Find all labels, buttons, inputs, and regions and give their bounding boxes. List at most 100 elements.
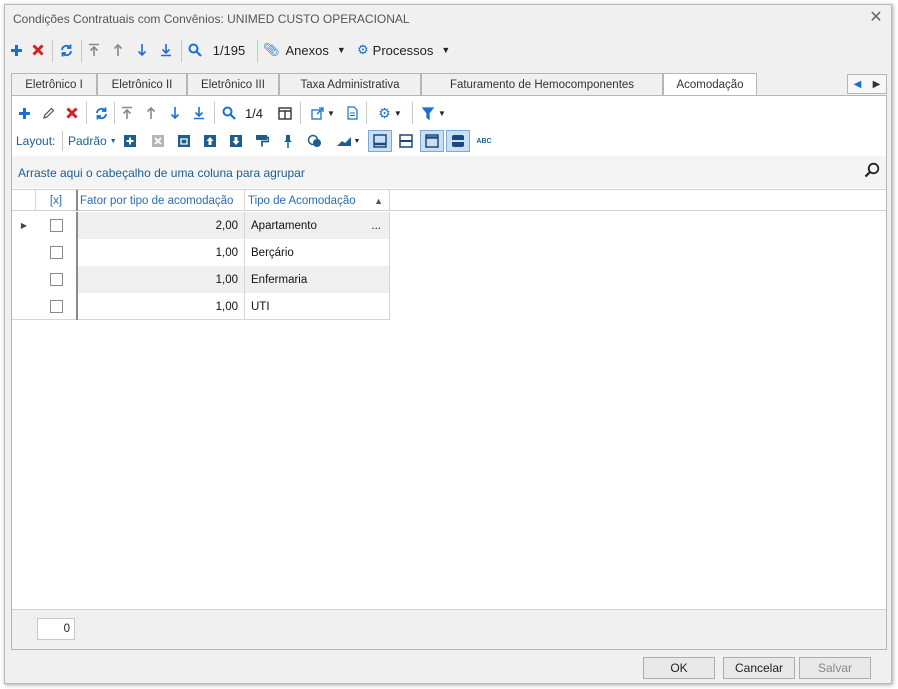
chevron-down-icon: ▼: [441, 45, 451, 55]
fator-cell[interactable]: 2,00: [78, 212, 245, 239]
table-row[interactable]: 1,00 Enfermaria: [12, 266, 390, 293]
last-record-icon[interactable]: [192, 105, 206, 121]
current-row-icon: ▶: [20, 221, 28, 230]
tipo-column-label: Tipo de Acomodação: [248, 194, 356, 207]
layout-value: Padrão: [68, 134, 107, 148]
chevron-down-icon: ▼: [393, 108, 402, 118]
save-button[interactable]: Salvar: [799, 657, 871, 679]
table-row[interactable]: ▶ 2,00 Apartamento ...: [12, 212, 390, 239]
layout-select[interactable]: Padrão ▼: [68, 133, 117, 149]
acomodacao-panel: 1/4 ▼ ⚙ ▼ ▼ Layout: Padrão ▼ ▼ ABC Arras…: [11, 95, 887, 650]
group-panel[interactable]: Arraste aqui o cabeçalho de uma coluna p…: [12, 156, 886, 188]
tab-acomodacao[interactable]: Acomodação: [663, 73, 757, 96]
add-layout-icon[interactable]: [122, 133, 138, 149]
layout-middle-toggle[interactable]: [394, 130, 418, 152]
first-record-icon[interactable]: [85, 36, 103, 64]
select-column-header[interactable]: [x]: [36, 190, 78, 211]
save-layout-icon[interactable]: [176, 133, 192, 149]
fator-cell[interactable]: 1,00: [78, 293, 245, 320]
last-record-icon[interactable]: [157, 36, 175, 64]
tipo-cell[interactable]: Berçário: [245, 239, 390, 266]
tab-taxa-administrativa[interactable]: Taxa Administrativa: [279, 73, 421, 95]
tipo-cell[interactable]: Apartamento ...: [245, 212, 390, 239]
chevron-down-icon: ▼: [336, 45, 346, 55]
chevron-down-icon: ▼: [327, 108, 335, 118]
chevron-down-icon: ▼: [109, 137, 117, 145]
chart-menu[interactable]: ▼: [334, 133, 362, 149]
layout-label: Layout:: [16, 134, 56, 148]
tab-eletronico-iii[interactable]: Eletrônico III: [187, 73, 279, 95]
record-position: 1/195: [212, 42, 246, 58]
row-checkbox[interactable]: [36, 239, 78, 266]
main-toolbar: 1/195 📎︎ Anexos ▼ ⚙ Processos ▼: [5, 36, 891, 66]
tab-eletronico-ii[interactable]: Eletrônico II: [97, 73, 187, 95]
filter-menu[interactable]: ▼: [418, 105, 450, 121]
shapes-icon[interactable]: [306, 133, 324, 149]
chevron-down-icon: ▼: [438, 108, 446, 118]
tab-faturamento-hemocomponentes[interactable]: Faturamento de Hemocomponentes: [421, 73, 663, 95]
gear-icon: ⚙: [378, 104, 391, 121]
layout-header-toggle[interactable]: [420, 130, 444, 152]
first-record-icon[interactable]: [120, 105, 134, 121]
refresh-icon[interactable]: [92, 105, 110, 121]
export-menu[interactable]: ▼: [308, 105, 338, 121]
grid-header: [x] Fator por tipo de acomodação Tipo de…: [12, 189, 886, 211]
pin-icon[interactable]: [280, 133, 296, 149]
report-icon[interactable]: [344, 105, 360, 121]
tab-scroll-left-icon[interactable]: ◀: [848, 75, 867, 93]
search-icon[interactable]: [864, 162, 880, 181]
fator-column-header[interactable]: Fator por tipo de acomodação: [78, 190, 245, 211]
tipo-cell[interactable]: Enfermaria: [245, 266, 390, 293]
add-icon[interactable]: [7, 36, 25, 64]
tab-strip: Eletrônico I Eletrônico II Eletrônico II…: [11, 73, 891, 96]
add-icon[interactable]: [16, 105, 32, 121]
tab-scroll-right-icon[interactable]: ▶: [867, 75, 886, 93]
previous-record-icon[interactable]: [109, 36, 127, 64]
delete-icon[interactable]: [64, 105, 80, 121]
search-icon[interactable]: [220, 105, 238, 121]
grid-footer: 0: [12, 609, 886, 649]
row-checkbox[interactable]: [36, 293, 78, 320]
dialog-window: Condições Contratuais com Convênios: UNI…: [4, 4, 892, 684]
ok-button[interactable]: OK: [643, 657, 715, 679]
record-position: 1/4: [244, 105, 264, 121]
download-layout-icon[interactable]: [228, 133, 244, 149]
anexos-menu[interactable]: 📎︎ Anexos ▼: [263, 36, 353, 64]
tab-scroll-arrows: ◀ ▶: [847, 74, 887, 94]
group-hint: Arraste aqui o cabeçalho de uma coluna p…: [18, 166, 305, 180]
spellcheck-icon[interactable]: ABC: [474, 133, 494, 149]
next-record-icon[interactable]: [133, 36, 151, 64]
remove-layout-icon[interactable]: [150, 133, 166, 149]
delete-icon[interactable]: [29, 36, 47, 64]
close-icon[interactable]: ✕: [867, 9, 885, 27]
next-record-icon[interactable]: [168, 105, 182, 121]
ellipsis-button[interactable]: ...: [371, 220, 381, 232]
sort-ascending-icon: ▲: [374, 195, 383, 206]
tipo-value: Apartamento: [251, 219, 317, 232]
tab-eletronico-i[interactable]: Eletrônico I: [11, 73, 97, 95]
processos-label: Processos: [372, 42, 434, 58]
search-icon[interactable]: [185, 36, 205, 64]
cancel-button[interactable]: Cancelar: [723, 657, 795, 679]
grid-toolbar: 1/4 ▼ ⚙ ▼ ▼: [12, 100, 886, 126]
edit-icon[interactable]: [40, 105, 56, 121]
previous-record-icon[interactable]: [144, 105, 158, 121]
upload-layout-icon[interactable]: [202, 133, 218, 149]
fator-cell[interactable]: 1,00: [78, 266, 245, 293]
gear-icon: ⚙: [357, 42, 369, 57]
anexos-label: Anexos: [285, 42, 329, 58]
table-row[interactable]: 1,00 UTI: [12, 293, 390, 320]
refresh-icon[interactable]: [56, 36, 76, 64]
layout-footer-toggle[interactable]: [368, 130, 392, 152]
processos-menu[interactable]: ⚙ Processos ▼: [357, 36, 461, 64]
paint-roller-icon[interactable]: [254, 133, 270, 149]
settings-menu[interactable]: ⚙ ▼: [374, 105, 406, 121]
layout-band-toggle[interactable]: [446, 130, 470, 152]
row-checkbox[interactable]: [36, 212, 78, 239]
table-row[interactable]: 1,00 Berçário: [12, 239, 390, 266]
fator-cell[interactable]: 1,00: [78, 239, 245, 266]
tipo-column-header[interactable]: Tipo de Acomodação ▲: [245, 190, 390, 211]
tipo-cell[interactable]: UTI: [245, 293, 390, 320]
columns-icon[interactable]: [276, 105, 294, 121]
row-checkbox[interactable]: [36, 266, 78, 293]
